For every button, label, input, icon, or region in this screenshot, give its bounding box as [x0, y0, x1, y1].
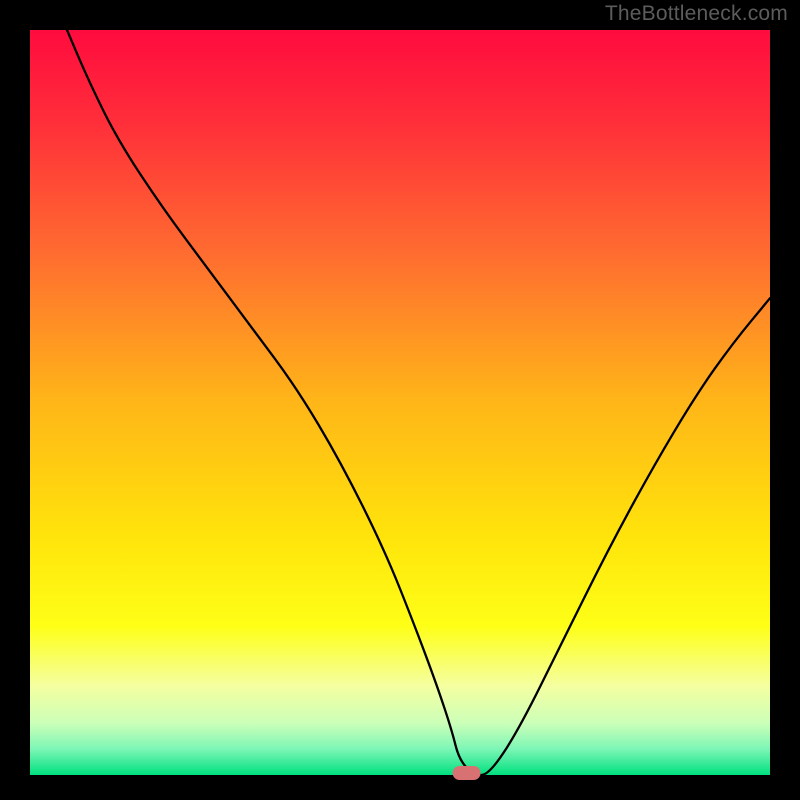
optimum-marker: [453, 766, 481, 780]
chart-root: TheBottleneck.com: [0, 0, 800, 800]
plot-background: [30, 30, 770, 775]
bottleneck-chart: [0, 0, 800, 800]
